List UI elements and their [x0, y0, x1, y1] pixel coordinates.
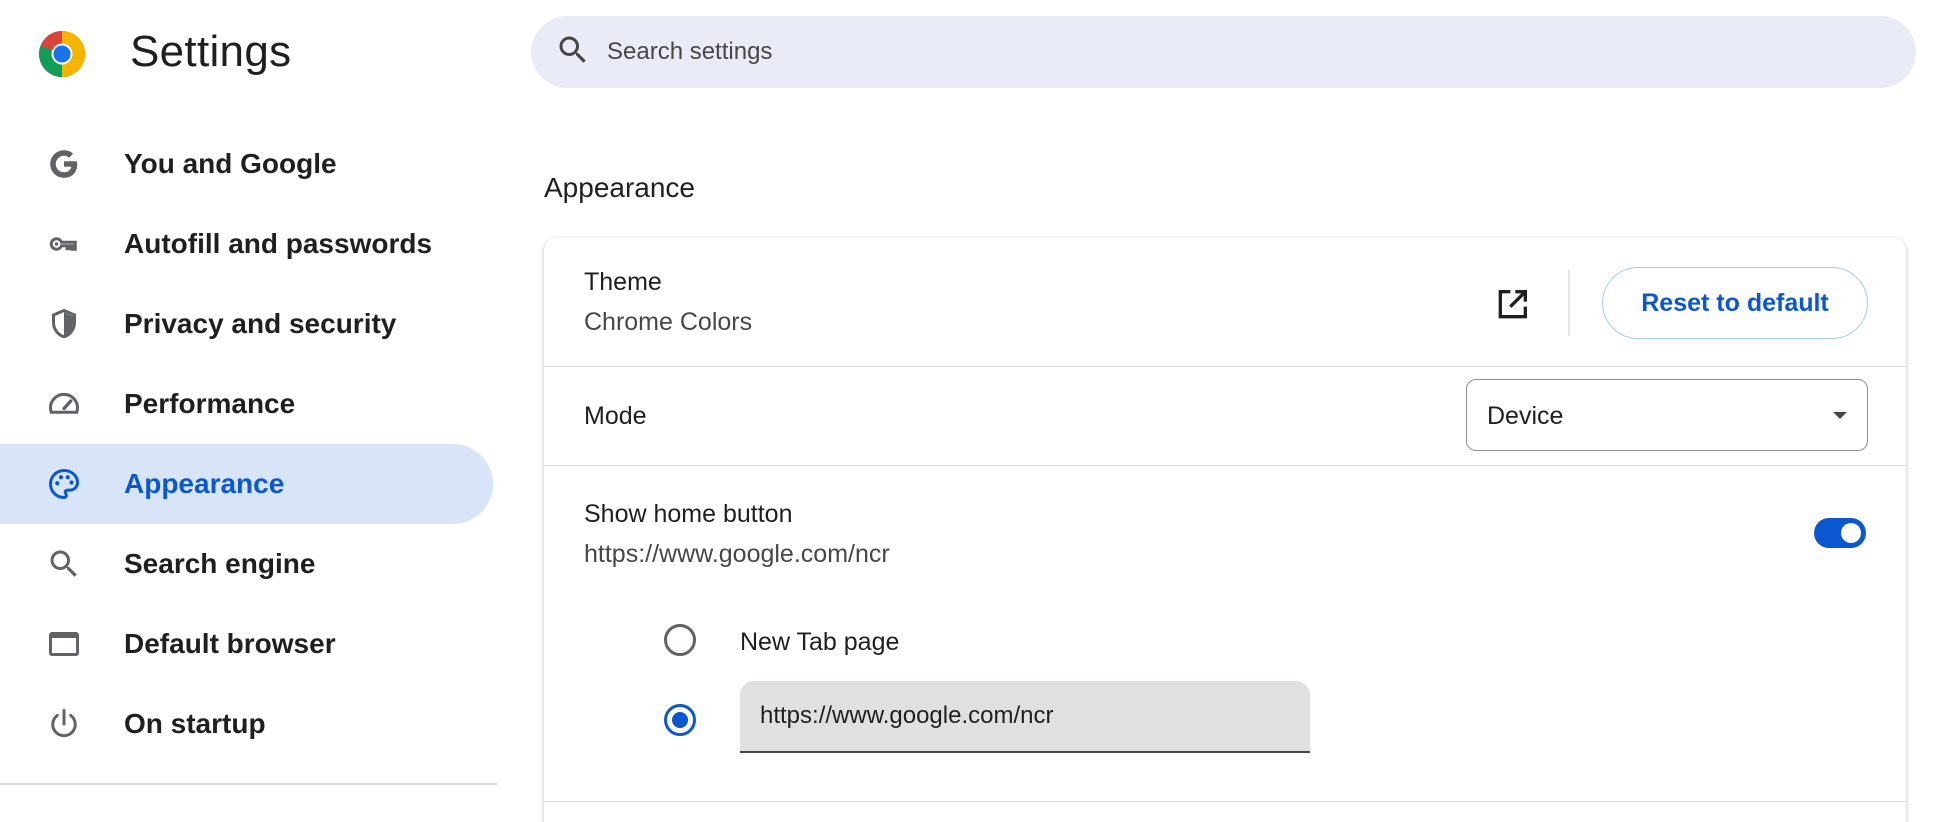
sidebar-item-search-engine[interactable]: Search engine [0, 524, 493, 604]
speedometer-icon [44, 384, 84, 424]
mode-label: Mode [584, 402, 647, 430]
sidebar-item-label: Privacy and security [124, 308, 397, 339]
home-button-title: Show home button [584, 500, 793, 528]
sidebar-item-performance[interactable]: Performance [0, 364, 493, 444]
custom-url-input[interactable] [740, 681, 1310, 753]
radio-selected-dot [672, 712, 688, 728]
page-title: Settings [130, 27, 292, 76]
browser-window-icon [44, 624, 84, 664]
sidebar-item-you-and-google[interactable]: You and Google [0, 124, 493, 204]
shield-icon [44, 304, 84, 344]
search-bar[interactable] [531, 16, 1916, 88]
sidebar-item-label: Performance [124, 388, 296, 419]
mode-selected-value: Device [1487, 402, 1564, 430]
sidebar-item-label: Default browser [124, 628, 336, 659]
sidebar-item-label: Autofill and passwords [124, 228, 433, 259]
search-icon [44, 544, 84, 584]
power-icon [44, 704, 84, 744]
home-button-url: https://www.google.com/ncr [584, 540, 890, 568]
toggle-knob [1841, 523, 1861, 543]
dropdown-arrow-icon [1833, 412, 1847, 419]
new-tab-page-radio[interactable] [664, 624, 696, 656]
home-button-row: Show home button https://www.google.com/… [544, 466, 1906, 802]
theme-row: Theme Chrome Colors Reset to default [544, 238, 1906, 367]
key-icon [44, 224, 84, 264]
sidebar-item-label: Search engine [124, 548, 316, 579]
sidebar-item-label: You and Google [124, 148, 337, 179]
mode-row: Mode Device [544, 367, 1906, 466]
theme-title: Theme [584, 268, 662, 296]
section-title: Appearance [544, 172, 696, 203]
sidebar-item-on-startup[interactable]: On startup [0, 684, 493, 764]
search-input[interactable] [607, 38, 1807, 66]
appearance-card: Theme Chrome Colors Reset to default Mod… [544, 238, 1906, 822]
sidebar-item-appearance[interactable]: Appearance [0, 444, 493, 524]
theme-value: Chrome Colors [584, 308, 753, 336]
sidebar-item-privacy[interactable]: Privacy and security [0, 284, 493, 364]
sidebar-item-label: Appearance [124, 468, 285, 499]
sidebar-divider [0, 783, 497, 785]
sidebar-nav: You and Google Autofill and passwords Pr… [0, 124, 496, 764]
sidebar-item-autofill[interactable]: Autofill and passwords [0, 204, 493, 284]
chrome-logo-icon [38, 30, 86, 78]
show-home-button-toggle[interactable] [1814, 518, 1866, 548]
search-icon [555, 32, 591, 73]
custom-url-radio[interactable] [664, 704, 696, 736]
mode-dropdown[interactable]: Device [1466, 379, 1868, 451]
open-in-new-icon[interactable] [1492, 285, 1532, 325]
reset-to-default-button[interactable]: Reset to default [1602, 267, 1868, 339]
divider [1568, 270, 1570, 336]
palette-icon [44, 464, 84, 504]
sidebar-item-label: On startup [124, 708, 266, 739]
new-tab-page-label[interactable]: New Tab page [740, 628, 899, 657]
google-g-icon [44, 144, 84, 184]
sidebar-item-default-browser[interactable]: Default browser [0, 604, 493, 684]
